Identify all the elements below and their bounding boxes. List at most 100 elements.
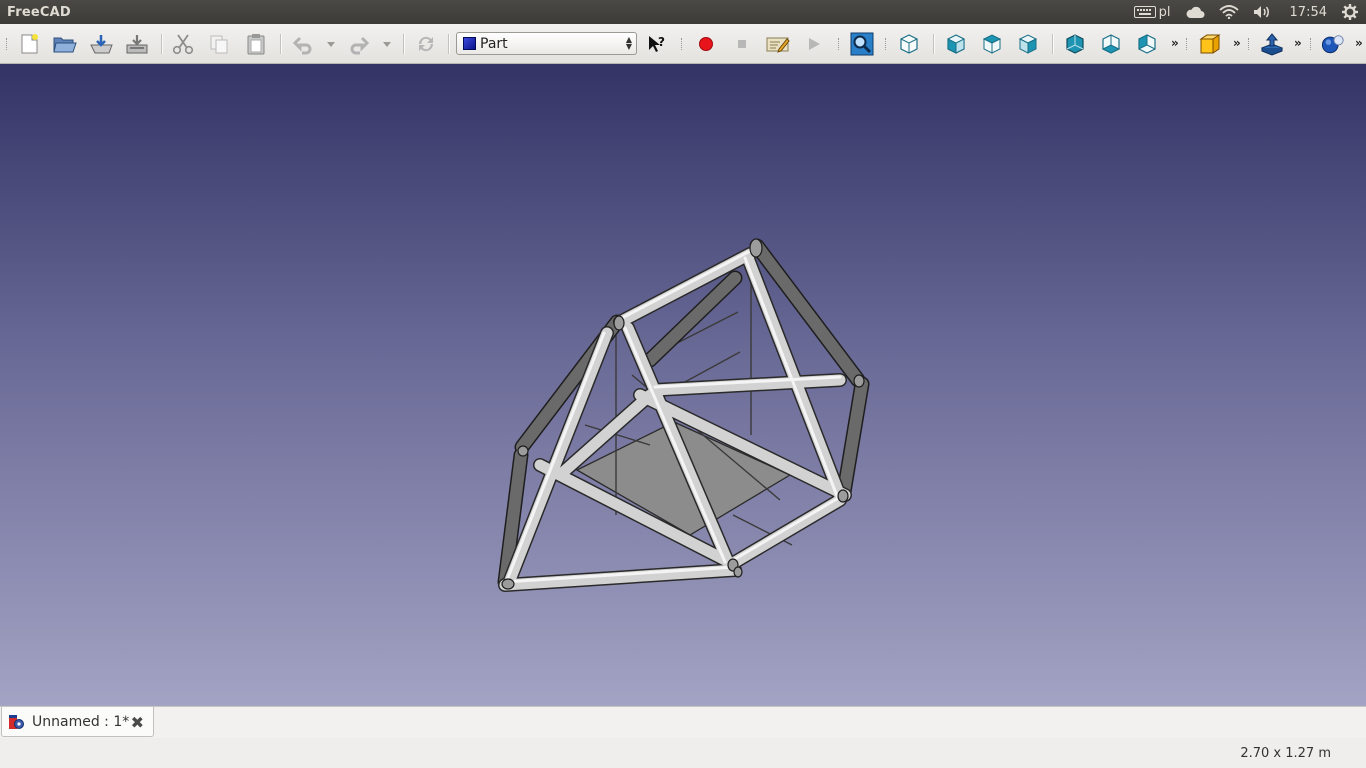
toolbar-separator <box>403 34 405 54</box>
front-view-icon <box>947 34 965 54</box>
open-button[interactable] <box>53 32 77 56</box>
redo-dropdown-arrow[interactable] <box>383 42 391 47</box>
extrude-icon <box>1260 33 1284 56</box>
undo-button[interactable] <box>291 32 315 56</box>
save-icon <box>90 35 113 54</box>
toolbar-grip[interactable] <box>885 38 888 50</box>
boolean-toolbar-overflow[interactable]: » <box>1355 36 1363 50</box>
edit-macro-button[interactable] <box>766 32 790 56</box>
clock[interactable]: 17:54 <box>1280 5 1335 20</box>
main-toolbar: ? » » » » <box>0 24 1366 64</box>
save-as-icon <box>126 35 148 54</box>
app-name: FreeCAD <box>7 4 71 20</box>
undo-icon <box>292 36 312 55</box>
new-document-icon <box>21 34 38 54</box>
status-bar: 2.70 x 1.27 m <box>0 738 1366 768</box>
redo-button[interactable] <box>347 32 371 56</box>
new-document-button[interactable] <box>17 32 41 56</box>
toolbar-grip[interactable] <box>1248 38 1251 50</box>
front-view-button[interactable] <box>944 32 968 56</box>
stop-macro-icon <box>738 40 746 48</box>
document-tab-bar: Unnamed : 1* ✖ <box>0 706 1366 738</box>
document-tab-unnamed[interactable]: Unnamed : 1* ✖ <box>1 707 154 737</box>
close-icon[interactable]: ✖ <box>131 713 144 732</box>
wifi-indicator[interactable] <box>1212 0 1246 24</box>
keyboard-layout: pl <box>1158 4 1171 20</box>
boolean-icon <box>1321 35 1344 54</box>
toolbar-separator <box>933 34 935 54</box>
save-button[interactable] <box>89 32 113 56</box>
rear-view-icon <box>1066 34 1084 54</box>
part-toolbar-overflow[interactable]: » <box>1233 36 1241 50</box>
session-indicator[interactable] <box>1335 0 1366 24</box>
run-macro-icon <box>809 38 820 50</box>
toolbar-grip[interactable] <box>6 38 9 50</box>
edit-macro-icon <box>766 37 790 53</box>
stop-macro-button[interactable] <box>730 32 754 56</box>
cloud-icon <box>1186 6 1205 18</box>
axonometric-view-button[interactable] <box>897 32 921 56</box>
workbench-label: Part <box>480 35 508 52</box>
top-view-button[interactable] <box>980 32 1004 56</box>
svg-text:?: ? <box>658 35 665 49</box>
view-dimensions: 2.70 x 1.27 m <box>1240 746 1331 761</box>
freecad-document-icon <box>9 714 24 729</box>
part-workbench-icon <box>463 37 476 50</box>
cut-button[interactable] <box>171 32 195 56</box>
volume-icon <box>1253 6 1269 18</box>
box-primitive-button[interactable] <box>1198 32 1222 56</box>
boolean-button[interactable] <box>1321 32 1345 56</box>
cut-icon <box>172 34 194 55</box>
box-primitive-icon <box>1199 34 1221 54</box>
copy-button[interactable] <box>207 32 231 56</box>
truss-frame-model[interactable] <box>0 64 1366 706</box>
toolbar-grip[interactable] <box>838 38 841 50</box>
axonometric-view-icon <box>900 34 918 54</box>
toolbar-grip[interactable] <box>1186 38 1189 50</box>
fit-all-icon <box>850 32 874 56</box>
top-panel: FreeCAD pl 17:54 <box>0 0 1366 24</box>
refresh-icon <box>418 36 434 52</box>
toolbar-separator <box>280 34 282 54</box>
toolbar-separator <box>1052 34 1054 54</box>
workbench-selector[interactable]: Part ▲ ▼ <box>456 32 637 55</box>
copy-icon <box>210 35 228 54</box>
view-toolbar-overflow[interactable]: » <box>1171 36 1179 50</box>
bottom-view-button[interactable] <box>1099 32 1123 56</box>
whats-this-button[interactable]: ? <box>645 32 669 56</box>
paste-icon <box>247 34 265 55</box>
toolbar-grip[interactable] <box>681 38 684 50</box>
right-view-button[interactable] <box>1016 32 1040 56</box>
paste-button[interactable] <box>244 32 268 56</box>
rear-view-button[interactable] <box>1063 32 1087 56</box>
toolbar-grip[interactable] <box>1310 38 1313 50</box>
volume-indicator[interactable] <box>1246 0 1280 24</box>
left-view-button[interactable] <box>1135 32 1159 56</box>
bottom-view-icon <box>1101 34 1121 54</box>
record-macro-button[interactable] <box>694 32 718 56</box>
fit-all-button[interactable] <box>850 32 874 56</box>
right-view-icon <box>1018 34 1038 54</box>
toolbar-separator <box>161 34 163 54</box>
extrude-button[interactable] <box>1260 32 1284 56</box>
3d-viewport[interactable]: z y x <box>0 64 1366 706</box>
run-macro-button[interactable] <box>802 32 826 56</box>
open-icon <box>53 37 77 53</box>
undo-dropdown-arrow[interactable] <box>327 42 335 47</box>
indicator-area: pl 17:54 <box>1127 0 1366 24</box>
document-tab-label: Unnamed : 1* <box>32 713 130 730</box>
gear-icon <box>1342 4 1358 20</box>
toolbar-separator <box>448 34 450 54</box>
redo-icon <box>350 36 370 55</box>
whats-this-icon: ? <box>649 35 665 52</box>
truss-tubes <box>497 238 870 592</box>
top-view-icon <box>982 34 1002 54</box>
record-macro-icon <box>699 37 713 51</box>
cloud-indicator[interactable] <box>1178 0 1212 24</box>
keyboard-indicator[interactable]: pl <box>1127 0 1178 24</box>
save-as-button[interactable] <box>125 32 149 56</box>
keyboard-icon <box>1133 6 1156 18</box>
modify-toolbar-overflow[interactable]: » <box>1294 36 1302 50</box>
refresh-button[interactable] <box>414 32 438 56</box>
left-view-icon <box>1138 34 1156 54</box>
